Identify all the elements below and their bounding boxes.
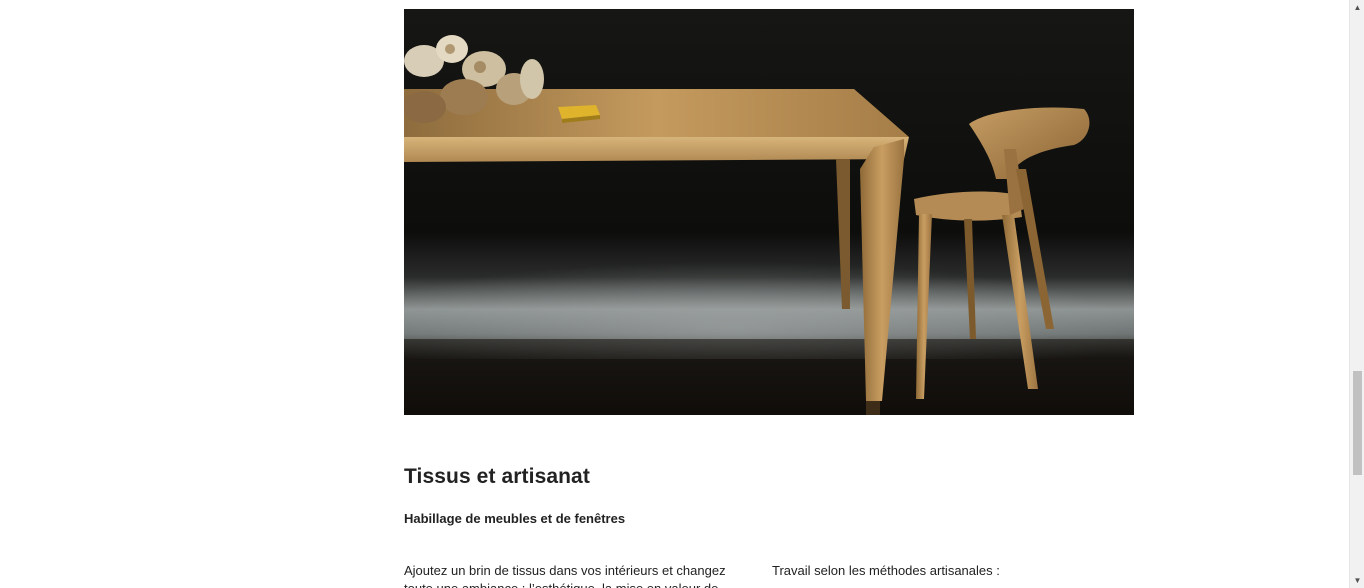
section-title: Tissus et artisanat	[404, 465, 590, 488]
hero-image	[404, 9, 1134, 415]
vertical-scrollbar[interactable]: ▲ ▼	[1349, 0, 1364, 588]
table-chair-photo	[404, 9, 1134, 415]
section-subheading: Habillage de meubles et de fenêtres	[404, 511, 626, 526]
left-paragraph: Ajoutez un brin de tissus dans vos intér…	[404, 563, 726, 588]
scroll-thumb[interactable]	[1353, 371, 1362, 475]
scroll-up-icon[interactable]: ▲	[1350, 0, 1364, 15]
right-paragraph: Travail selon les méthodes artisanales :	[772, 563, 1000, 578]
scroll-down-icon[interactable]: ▼	[1350, 573, 1364, 588]
page-content: Tissus et artisanat Habillage de meubles…	[0, 0, 1349, 588]
page-viewport: Tissus et artisanat Habillage de meubles…	[0, 0, 1364, 588]
